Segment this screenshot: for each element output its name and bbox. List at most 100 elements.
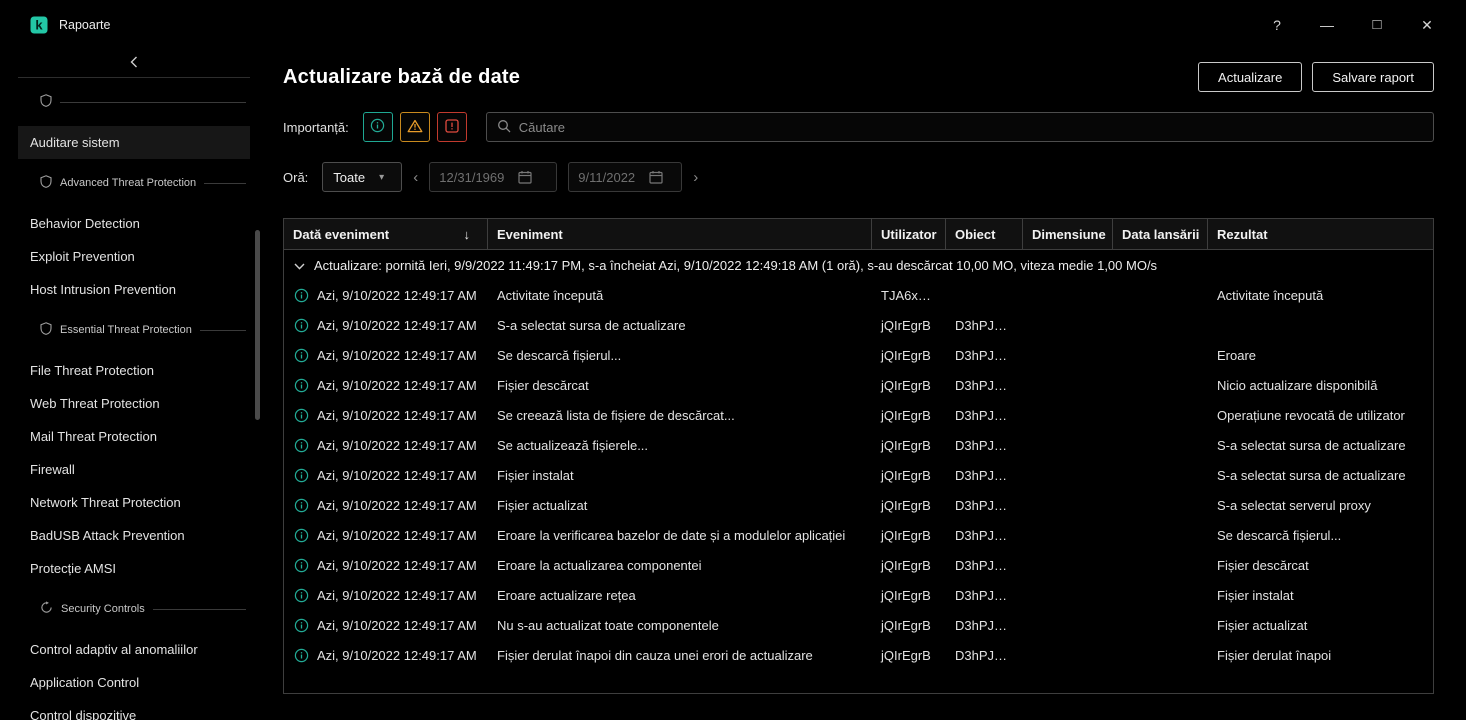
scrollbar-thumb[interactable] <box>255 230 260 420</box>
time-range-value: Toate <box>333 170 365 185</box>
table-row[interactable]: Azi, 9/10/2022 12:49:17 AM Fișier actual… <box>284 490 1433 520</box>
column-header[interactable]: Eveniment <box>488 219 872 249</box>
info-circle-icon <box>294 558 309 573</box>
info-circle-icon <box>294 588 309 603</box>
group-row[interactable]: Actualizare: pornită Ieri, 9/9/2022 11:4… <box>284 250 1433 280</box>
sidebar-item-label: Control adaptiv al anomaliilor <box>30 642 198 657</box>
sidebar-item[interactable]: Exploit Prevention <box>18 240 250 273</box>
cell-result: Fișier derulat înapoi <box>1208 648 1433 663</box>
close-button[interactable]: ✕ <box>1418 16 1436 34</box>
table-row[interactable]: Azi, 9/10/2022 12:49:17 AM Se creează li… <box>284 400 1433 430</box>
sidebar-item[interactable]: Application Control <box>18 666 250 699</box>
kaspersky-logo-icon: k <box>30 16 48 34</box>
cell-result: Operațiune revocată de utilizator <box>1208 408 1433 423</box>
sidebar-scrollbar[interactable] <box>255 50 260 720</box>
search-icon <box>497 119 511 136</box>
cell-event: Nu s-au actualizat toate componentele <box>488 618 872 633</box>
cell-date: Azi, 9/10/2022 12:49:17 AM <box>317 468 477 483</box>
column-header[interactable]: Dată eveniment↓ <box>284 219 488 249</box>
column-header[interactable]: Rezultat <box>1208 219 1433 249</box>
sidebar-item[interactable]: Control dispozitive <box>18 699 250 720</box>
sidebar-item[interactable]: Network Threat Protection <box>18 486 250 519</box>
sort-desc-icon: ↓ <box>464 227 479 242</box>
next-period-button[interactable]: › <box>682 169 709 186</box>
cell-result: Fișier actualizat <box>1208 618 1433 633</box>
main-panel: Actualizare bază de date Actualizare Sal… <box>260 50 1466 720</box>
update-button[interactable]: Actualizare <box>1198 62 1302 92</box>
cell-result: S-a selectat sursa de actualizare <box>1208 438 1433 453</box>
maximize-button[interactable]: □ <box>1368 16 1386 34</box>
cell-event: Fișier instalat <box>488 468 872 483</box>
sidebar-item[interactable]: Behavior Detection <box>18 207 250 240</box>
sidebar-item[interactable]: Auditare sistem <box>18 126 250 159</box>
help-button[interactable]: ? <box>1268 16 1286 34</box>
column-header-label: Eveniment <box>497 227 563 242</box>
severity-info-toggle[interactable] <box>363 112 393 142</box>
column-header[interactable]: Utilizator <box>872 219 946 249</box>
date-from-field[interactable]: 12/31/1969 <box>429 162 557 192</box>
sidebar-item[interactable]: BadUSB Attack Prevention <box>18 519 250 552</box>
sidebar-item-label: Mail Threat Protection <box>30 429 157 444</box>
cell-event: S-a selectat sursa de actualizare <box>488 318 872 333</box>
sidebar-item[interactable]: Firewall <box>18 453 250 486</box>
date-to-field[interactable]: 9/11/2022 <box>568 162 682 192</box>
minimize-button[interactable]: — <box>1318 16 1336 34</box>
table-row[interactable]: Azi, 9/10/2022 12:49:17 AM Activitate în… <box>284 280 1433 310</box>
sidebar-item[interactable]: Control adaptiv al anomaliilor <box>18 633 250 666</box>
sidebar-item-label: Firewall <box>30 462 75 477</box>
table-row[interactable]: Azi, 9/10/2022 12:49:17 AM S-a selectat … <box>284 310 1433 340</box>
table-row[interactable]: Azi, 9/10/2022 12:49:17 AM Eroare la act… <box>284 550 1433 580</box>
sidebar-item-label: Application Control <box>30 675 139 690</box>
column-header-label: Obiect <box>955 227 995 242</box>
sidebar-item[interactable]: Web Threat Protection <box>18 387 250 420</box>
table-row[interactable]: Azi, 9/10/2022 12:49:17 AM Eroare la ver… <box>284 520 1433 550</box>
sidebar-item[interactable]: Mail Threat Protection <box>18 420 250 453</box>
severity-warning-toggle[interactable] <box>400 112 430 142</box>
severity-critical-toggle[interactable] <box>437 112 467 142</box>
table-row[interactable]: Azi, 9/10/2022 12:49:17 AM Nu s-au actua… <box>284 610 1433 640</box>
column-header[interactable]: Obiect <box>946 219 1023 249</box>
chevron-down-icon <box>294 258 305 273</box>
cell-object: D3hPJQ4H <box>946 378 1023 393</box>
info-circle-icon <box>370 118 385 136</box>
sidebar-item[interactable]: Protecție AMSI <box>18 552 250 585</box>
cell-event: Fișier descărcat <box>488 378 872 393</box>
sidebar-item-label: File Threat Protection <box>30 363 154 378</box>
warning-triangle-icon <box>407 119 423 136</box>
cell-result: S-a selectat serverul proxy <box>1208 498 1433 513</box>
sidebar-collapse-button[interactable] <box>18 50 250 78</box>
calendar-icon <box>649 170 663 184</box>
table-row[interactable]: Azi, 9/10/2022 12:49:17 AM Se actualizea… <box>284 430 1433 460</box>
column-header[interactable]: Data lansării <box>1113 219 1208 249</box>
search-input[interactable] <box>519 120 1423 135</box>
cell-object: D3hPJQ4H <box>946 558 1023 573</box>
critical-square-icon <box>445 119 459 136</box>
time-range-select[interactable]: Toate ▾ <box>322 162 402 192</box>
cell-user: jQIrEgrB <box>872 378 946 393</box>
page-header: Actualizare bază de date Actualizare Sal… <box>283 62 1434 92</box>
sidebar-item[interactable]: File Threat Protection <box>18 354 250 387</box>
prev-period-button[interactable]: ‹ <box>402 169 429 186</box>
group-row-label: Actualizare: pornită Ieri, 9/9/2022 11:4… <box>314 258 1157 273</box>
sidebar: Auditare sistem Advanced Threat Protecti… <box>18 50 250 720</box>
info-circle-icon <box>294 498 309 513</box>
sidebar-item[interactable]: Host Intrusion Prevention <box>18 273 250 306</box>
window-title: Rapoarte <box>59 18 110 32</box>
table-row[interactable]: Azi, 9/10/2022 12:49:17 AM Se descarcă f… <box>284 340 1433 370</box>
table-row[interactable]: Azi, 9/10/2022 12:49:17 AM Eroare actual… <box>284 580 1433 610</box>
cell-object: D3hPJQ4H <box>946 348 1023 363</box>
table-row[interactable]: Azi, 9/10/2022 12:49:17 AM Fișier derula… <box>284 640 1433 670</box>
info-circle-icon <box>294 618 309 633</box>
save-report-button[interactable]: Salvare raport <box>1312 62 1434 92</box>
table-row[interactable]: Azi, 9/10/2022 12:49:17 AM Fișier instal… <box>284 460 1433 490</box>
cell-date: Azi, 9/10/2022 12:49:17 AM <box>317 348 477 363</box>
cell-user: jQIrEgrB <box>872 528 946 543</box>
app-body: Auditare sistem Advanced Threat Protecti… <box>0 50 1466 720</box>
cell-event: Eroare la actualizarea componentei <box>488 558 872 573</box>
cell-object: D3hPJQ4H <box>946 618 1023 633</box>
sidebar-item-label: Auditare sistem <box>30 135 120 150</box>
cell-event: Se creează lista de fișiere de descărcat… <box>488 408 872 423</box>
table-row[interactable]: Azi, 9/10/2022 12:49:17 AM Fișier descăr… <box>284 370 1433 400</box>
page-title: Actualizare bază de date <box>283 66 520 89</box>
column-header[interactable]: Dimensiune <box>1023 219 1113 249</box>
